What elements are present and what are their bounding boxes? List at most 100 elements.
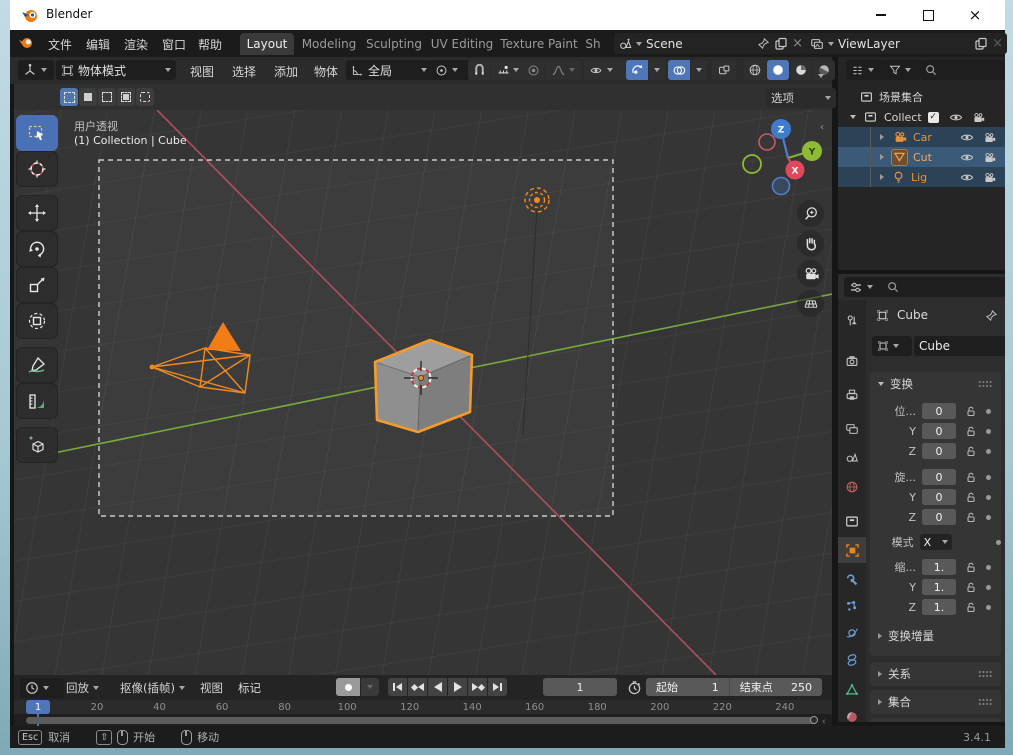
workspace-tab-sculpting[interactable]: Sculpting bbox=[362, 33, 426, 55]
camera-view-button[interactable] bbox=[797, 260, 824, 287]
animate-dot[interactable] bbox=[986, 584, 991, 590]
ortho-grid-button[interactable] bbox=[797, 290, 824, 317]
sidebar-toggle-arrow[interactable]: ‹ bbox=[820, 122, 824, 133]
tab-constraints[interactable] bbox=[838, 647, 866, 673]
animate-dot[interactable] bbox=[996, 539, 1001, 545]
tab-physics[interactable] bbox=[838, 620, 866, 646]
menu-render[interactable]: 渲染 bbox=[120, 36, 152, 53]
lock-icon[interactable] bbox=[966, 582, 976, 593]
outliner-row-light[interactable]: Lig bbox=[838, 167, 1005, 187]
workspace-tab-shading[interactable]: Sh bbox=[582, 33, 604, 55]
pin-icon[interactable] bbox=[985, 309, 998, 322]
shading-material-button[interactable] bbox=[790, 60, 812, 80]
menu-keying[interactable]: 抠像(插帧) bbox=[120, 680, 185, 696]
outliner-row-camera[interactable]: Car bbox=[838, 127, 1005, 147]
object-name-field[interactable]: Cube bbox=[914, 336, 1005, 356]
rotation-mode-dropdown[interactable]: X bbox=[919, 534, 953, 550]
timeline-ruler[interactable]: 20 40 60 80 100 120 140 160 180 200 220 240 1 bbox=[14, 700, 832, 714]
tool-transform[interactable] bbox=[16, 303, 58, 339]
collections-panel[interactable]: 集合 bbox=[870, 690, 1001, 714]
transform-orientation-dropdown[interactable]: 全局 bbox=[346, 60, 432, 80]
select-mode-subtract[interactable] bbox=[98, 88, 116, 106]
frame-start-field[interactable]: 起始 1 bbox=[646, 679, 729, 695]
location-x-field[interactable]: 0 bbox=[922, 403, 956, 419]
tab-world[interactable] bbox=[838, 474, 866, 500]
select-mode-intersect[interactable] bbox=[136, 88, 154, 106]
editor-type-dropdown[interactable] bbox=[18, 60, 54, 80]
scene-name[interactable]: Scene bbox=[646, 37, 753, 51]
lock-icon[interactable] bbox=[966, 406, 976, 417]
animate-dot[interactable] bbox=[986, 514, 991, 520]
hide-eye-icon[interactable] bbox=[949, 112, 963, 123]
viewlayer-browse-caret[interactable] bbox=[828, 41, 834, 46]
tab-modifiers[interactable] bbox=[838, 567, 866, 593]
lock-icon[interactable] bbox=[966, 426, 976, 437]
menu-select[interactable]: 选择 bbox=[228, 63, 260, 80]
navigation-gizmo[interactable]: Z Y X bbox=[738, 111, 830, 203]
new-scene-icon[interactable] bbox=[774, 37, 788, 51]
scale-y-field[interactable]: 1. bbox=[922, 579, 956, 595]
rotation-x-field[interactable]: 0 bbox=[922, 469, 956, 485]
transform-panel-header[interactable]: 变换 bbox=[870, 372, 1001, 396]
tab-tool[interactable] bbox=[838, 308, 866, 334]
gizmo-dropdown[interactable] bbox=[649, 60, 665, 80]
rotation-z-field[interactable]: 0 bbox=[922, 509, 956, 525]
tool-annotate[interactable] bbox=[16, 347, 58, 383]
location-y-field[interactable]: 0 bbox=[922, 423, 956, 439]
scale-z-field[interactable]: 1. bbox=[922, 599, 956, 615]
outliner-display-dropdown[interactable] bbox=[846, 60, 886, 80]
hide-eye-icon[interactable] bbox=[960, 152, 974, 163]
outliner-row-scene-collection[interactable]: 场景集合 bbox=[838, 87, 1005, 107]
shading-solid-button[interactable] bbox=[767, 60, 789, 80]
outliner-filter-dropdown[interactable] bbox=[884, 60, 922, 80]
render-visibility-icon[interactable] bbox=[983, 172, 996, 183]
properties-search-input[interactable] bbox=[882, 277, 1005, 297]
tool-scale[interactable] bbox=[16, 267, 58, 303]
tool-move[interactable] bbox=[16, 195, 58, 231]
maximize-button[interactable] bbox=[905, 0, 951, 30]
workspace-tab-uv-editing[interactable]: UV Editing bbox=[428, 33, 496, 55]
tool-add-cube[interactable] bbox=[16, 427, 58, 463]
cube-object[interactable] bbox=[373, 338, 474, 434]
zoom-view-button[interactable] bbox=[797, 200, 824, 227]
animate-dot[interactable] bbox=[986, 604, 991, 610]
tab-particles[interactable] bbox=[838, 593, 866, 619]
menu-add[interactable]: 添加 bbox=[270, 63, 302, 80]
menu-object[interactable]: 物体 bbox=[310, 63, 342, 80]
menu-view[interactable]: 视图 bbox=[186, 63, 218, 80]
remove-viewlayer-icon[interactable]: × bbox=[992, 36, 1003, 51]
animate-dot[interactable] bbox=[986, 494, 991, 500]
current-frame-field[interactable]: 1 bbox=[543, 678, 617, 696]
animate-dot[interactable] bbox=[986, 428, 991, 434]
viewport-3d[interactable]: 用户透视 (1) Collection | Cube Z Y X ‹ bbox=[14, 110, 832, 675]
scene-icon[interactable] bbox=[618, 37, 632, 51]
tab-render[interactable] bbox=[838, 348, 866, 374]
relations-panel[interactable]: 关系 bbox=[870, 662, 1001, 686]
new-viewlayer-icon[interactable] bbox=[974, 37, 988, 51]
menu-help[interactable]: 帮助 bbox=[194, 36, 226, 53]
instancing-panel[interactable]: 实例化 bbox=[870, 718, 1001, 722]
tool-cursor[interactable] bbox=[16, 151, 58, 187]
tab-object[interactable] bbox=[838, 537, 866, 563]
tab-material[interactable] bbox=[838, 704, 866, 722]
object-type-dropdown[interactable] bbox=[872, 336, 912, 356]
snap-toggle[interactable] bbox=[468, 60, 490, 80]
menu-markers[interactable]: 标记 bbox=[238, 680, 261, 696]
select-mode-extend[interactable] bbox=[79, 88, 97, 106]
play-button[interactable] bbox=[448, 678, 467, 696]
workspace-tab-modeling[interactable]: Modeling bbox=[298, 33, 360, 55]
visibility-dropdown[interactable] bbox=[584, 60, 628, 80]
select-mode-invert[interactable] bbox=[117, 88, 135, 106]
play-reverse-button[interactable] bbox=[428, 678, 447, 696]
menu-window[interactable]: 窗口 bbox=[158, 36, 190, 53]
lock-icon[interactable] bbox=[966, 562, 976, 573]
collection-expand-icon[interactable] bbox=[850, 115, 856, 119]
workspace-tab-layout[interactable]: Layout bbox=[240, 33, 294, 55]
tool-rotate[interactable] bbox=[16, 231, 58, 267]
menu-file[interactable]: 文件 bbox=[44, 36, 76, 53]
location-z-field[interactable]: 0 bbox=[922, 443, 956, 459]
current-frame-marker[interactable]: 1 bbox=[26, 700, 50, 714]
snap-target-dropdown[interactable] bbox=[491, 60, 525, 80]
animate-dot[interactable] bbox=[986, 408, 991, 414]
keying-set-dropdown[interactable] bbox=[361, 678, 379, 696]
